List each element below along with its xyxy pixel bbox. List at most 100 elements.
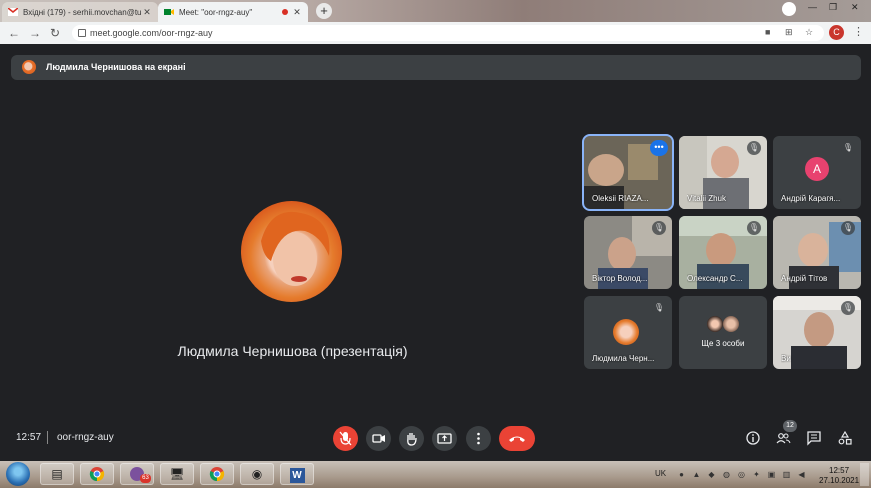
participant-name: Віктор Волод... — [592, 274, 648, 283]
mic-off-icon: 🎙 — [841, 301, 855, 315]
maximize-button[interactable]: ❐ — [829, 2, 837, 18]
word-taskbar-icon[interactable]: W — [280, 463, 314, 485]
viber-badge: 63 — [140, 474, 151, 483]
system-clock[interactable]: 12:57 27.10.2021 — [819, 466, 859, 486]
meeting-code: oor-rngz-auy — [57, 432, 114, 443]
tab-title: Вхідні (179) - serhii.movchan@tu — [23, 7, 142, 17]
url-field[interactable]: meet.google.com/oor-rngz-auy — [72, 25, 824, 41]
participant-tile[interactable]: 🎙 Vitalii Zhuk — [679, 136, 767, 209]
more-participants-tile[interactable]: Ще 3 особи — [679, 296, 767, 369]
show-desktop-button[interactable] — [860, 463, 869, 486]
tray-app-icon[interactable]: ● — [677, 470, 686, 479]
participant-name: Oleksii RIAZA... — [592, 194, 649, 203]
tray-app-icon[interactable]: ▣ — [767, 470, 776, 479]
menu-kebab-icon[interactable]: ⋮ — [853, 25, 864, 38]
participant-tile[interactable]: 🎙 Олександр С... — [679, 216, 767, 289]
start-button[interactable] — [6, 462, 30, 486]
media-control-icon[interactable] — [782, 2, 796, 16]
participant-tile[interactable]: A 🎙 Андрій Карагя... — [773, 136, 861, 209]
present-screen-button[interactable] — [432, 426, 457, 451]
camera-in-use-icon[interactable]: ■ — [765, 27, 770, 37]
participant-name: Олександр С... — [687, 274, 743, 283]
raise-hand-button[interactable] — [399, 426, 424, 451]
hand-icon — [407, 433, 417, 446]
chrome-icon — [209, 467, 225, 482]
participant-name: Vitalii Zhuk — [687, 194, 726, 203]
mic-off-icon: 🎙 — [841, 221, 855, 235]
system-time: 12:57 — [829, 466, 850, 475]
more-options-button[interactable] — [466, 426, 491, 451]
mic-off-icon: 🎙 — [747, 141, 761, 155]
participant-tile[interactable]: 🎙 Віктор Волод... — [584, 216, 672, 289]
gmail-icon — [8, 8, 18, 16]
camera-toggle-button[interactable] — [366, 426, 391, 451]
forward-button[interactable]: → — [29, 26, 41, 40]
meeting-controls-bar: 12:57 oor-rngz-auy 12 — [0, 420, 871, 460]
back-button[interactable]: ← — [8, 26, 20, 40]
presenting-text: Людмила Чернишова на екрані — [46, 62, 186, 72]
url-text: meet.google.com/oor-rngz-auy — [90, 28, 213, 38]
participant-tile[interactable]: 🎙 Людмила Черн... — [584, 296, 672, 369]
close-tab-icon[interactable]: ✕ — [292, 7, 302, 18]
presenting-banner: Людмила Чернишова на екрані — [11, 55, 861, 80]
tab-gmail[interactable]: Вхідні (179) - serhii.movchan@tu ✕ — [2, 2, 158, 22]
tray-app-icon[interactable]: ◆ — [707, 470, 716, 479]
close-tab-icon[interactable]: ✕ — [142, 7, 152, 18]
participant-name: Андрій Карагя... — [781, 194, 841, 203]
volume-icon[interactable]: ◀ — [797, 470, 806, 479]
mic-off-icon: 🎙 — [747, 221, 761, 235]
tray-app-icon[interactable]: ▲ — [692, 470, 701, 479]
participants-button[interactable] — [775, 430, 791, 446]
mic-off-icon: 🎙 — [841, 141, 855, 155]
activities-button[interactable] — [837, 430, 853, 446]
close-window-button[interactable]: ✕ — [851, 2, 859, 18]
more-participants-label: Ще 3 особи — [701, 339, 745, 348]
viber-tray-icon[interactable]: ◍ — [722, 470, 731, 479]
participant-avatar: A — [805, 157, 829, 181]
tab-meet[interactable]: Meet: "oor-rngz-auy" ✕ — [158, 2, 308, 22]
main-tile-name: Людмила Чернишова (презентація) — [177, 343, 408, 359]
language-indicator[interactable]: UK — [655, 469, 666, 478]
tray-app-icon[interactable]: ◎ — [737, 470, 746, 479]
meeting-details-button[interactable] — [745, 430, 761, 446]
participant-avatar — [723, 316, 739, 332]
chrome-icon — [89, 467, 105, 482]
star-icon[interactable]: ☆ — [805, 27, 813, 38]
system-date: 27.10.2021 — [819, 476, 860, 485]
participant-name: Андрій Тітов — [781, 274, 828, 283]
participant-tile[interactable]: ••• Oleksii RIAZA... — [582, 134, 674, 211]
lock-icon — [78, 29, 86, 37]
more-options-icon[interactable]: ••• — [650, 140, 668, 156]
microphone-toggle-button[interactable] — [333, 426, 358, 451]
self-name: Ви — [781, 354, 791, 363]
viber-taskbar-icon[interactable]: 63 — [120, 463, 154, 485]
mic-off-icon — [339, 431, 352, 446]
network-app-taskbar-icon[interactable]: 🖥 — [160, 463, 194, 485]
reload-button[interactable]: ↻ — [50, 26, 60, 40]
leave-call-button[interactable] — [499, 426, 535, 451]
tab-title: Meet: "oor-rngz-auy" — [179, 7, 253, 17]
network-icon[interactable]: ▥ — [782, 470, 791, 479]
webcam-app-taskbar-icon[interactable]: ◉ — [240, 463, 274, 485]
translate-icon[interactable]: ⊞ — [785, 27, 793, 38]
divider — [47, 431, 48, 444]
info-icon — [746, 431, 760, 445]
mic-off-icon: 🎙 — [652, 301, 666, 315]
mic-off-icon: 🎙 — [652, 221, 666, 235]
new-tab-button[interactable]: + — [316, 3, 332, 19]
self-tile[interactable]: 🎙 Ви — [773, 296, 861, 369]
chrome-taskbar-icon[interactable] — [80, 463, 114, 485]
participant-avatar — [613, 319, 639, 345]
participant-name: Людмила Черн... — [592, 354, 655, 363]
minimize-button[interactable]: — — [808, 2, 817, 18]
profile-avatar[interactable]: C — [829, 25, 844, 40]
recording-dot-icon — [282, 9, 288, 15]
camera-icon — [372, 434, 385, 443]
chat-button[interactable] — [806, 430, 822, 446]
explorer-taskbar-icon[interactable]: ▤ — [40, 463, 74, 485]
address-bar-row: ← → ↻ meet.google.com/oor-rngz-auy ■ ⊞ ☆… — [0, 22, 871, 44]
tray-app-icon[interactable]: ✦ — [752, 470, 761, 479]
chrome-profile-taskbar-icon[interactable] — [200, 463, 234, 485]
meet-icon — [164, 9, 174, 15]
participant-tile[interactable]: 🎙 Андрій Тітов — [773, 216, 861, 289]
